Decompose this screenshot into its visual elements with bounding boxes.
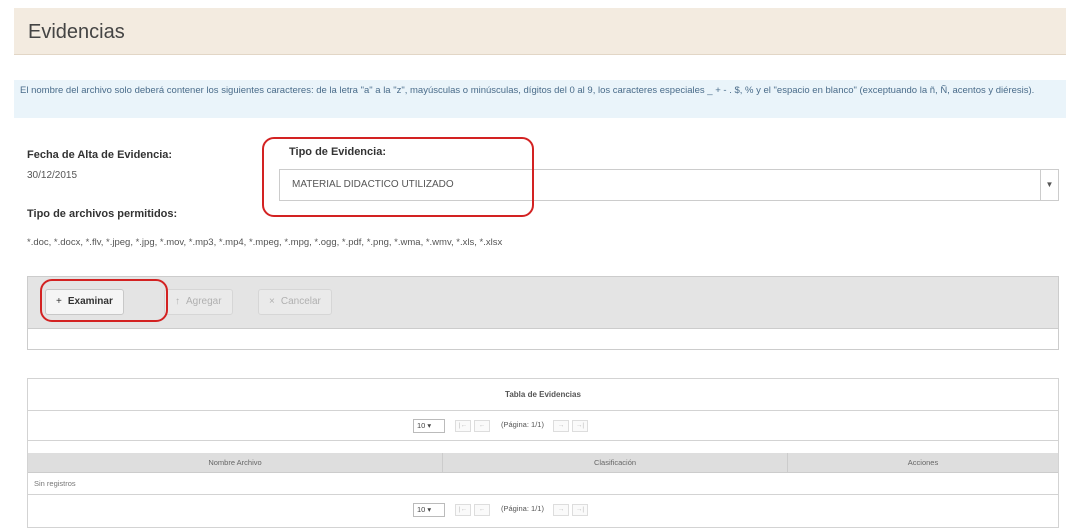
paginator-top: 10 ▾ |← ← (Página: 1/1) → →| xyxy=(28,411,1058,441)
next-page-icon[interactable]: → xyxy=(553,420,569,432)
first-page-icon[interactable]: |← xyxy=(455,420,471,432)
prev-page-icon[interactable]: ← xyxy=(474,504,490,516)
plus-icon: + xyxy=(56,296,62,307)
tipo-evidencia-label: Tipo de Evidencia: xyxy=(289,146,386,158)
table-caption: Tabla de Evidencias xyxy=(28,379,1058,411)
last-page-icon[interactable]: →| xyxy=(572,504,588,516)
page-header: Evidencias xyxy=(14,8,1066,55)
last-page-icon[interactable]: →| xyxy=(572,420,588,432)
uploader-toolbar: + Examinar ↑ Agregar × Cancelar xyxy=(28,277,1058,329)
chevron-down-icon[interactable]: ▼ xyxy=(1040,170,1058,200)
cancel-button[interactable]: × Cancelar xyxy=(258,289,332,315)
paginator-bottom: 10 ▾ |← ← (Página: 1/1) → →| xyxy=(28,495,1058,525)
next-page-icon[interactable]: → xyxy=(553,504,569,516)
file-uploader: + Examinar ↑ Agregar × Cancelar xyxy=(27,276,1059,350)
page-report: (Página: 1/1) xyxy=(501,420,544,429)
evidence-table: Tabla de Evidencias 10 ▾ |← ← (Página: 1… xyxy=(27,378,1059,528)
empty-message: Sin registros xyxy=(28,473,1058,495)
prev-page-icon[interactable]: ← xyxy=(474,420,490,432)
fecha-value: 30/12/2015 xyxy=(27,170,78,181)
archivos-permitidos-list: *.doc, *.docx, *.flv, *.jpeg, *.jpg, *.m… xyxy=(27,237,503,248)
rows-per-page-select[interactable]: 10 ▾ xyxy=(413,419,445,433)
first-page-icon[interactable]: |← xyxy=(455,504,471,516)
fecha-label: Fecha de Alta de Evidencia: xyxy=(27,149,173,161)
table-header: Nombre Archivo Clasificación Acciones xyxy=(28,453,1058,473)
column-header-acciones: Acciones xyxy=(907,458,939,467)
rows-per-page-select-bottom[interactable]: 10 ▾ xyxy=(413,503,445,517)
page-title: Evidencias xyxy=(28,21,125,43)
column-header-nombre[interactable]: Nombre Archivo xyxy=(28,453,443,473)
filename-rules-notice: El nombre del archivo solo deberá conten… xyxy=(14,80,1066,118)
archivos-permitidos-label: Tipo de archivos permitidos: xyxy=(27,208,178,220)
close-icon: × xyxy=(269,296,275,307)
upload-icon: ↑ xyxy=(175,296,180,307)
page-report-bottom: (Página: 1/1) xyxy=(501,504,544,513)
tipo-evidencia-value: MATERIAL DIDACTICO UTILIZADO xyxy=(292,179,454,190)
column-header-clasificacion[interactable]: Clasificación xyxy=(443,453,788,473)
add-button[interactable]: ↑ Agregar xyxy=(164,289,233,315)
tipo-evidencia-select[interactable]: MATERIAL DIDACTICO UTILIZADO ▼ xyxy=(279,169,1059,201)
browse-button[interactable]: + Examinar xyxy=(45,289,124,315)
